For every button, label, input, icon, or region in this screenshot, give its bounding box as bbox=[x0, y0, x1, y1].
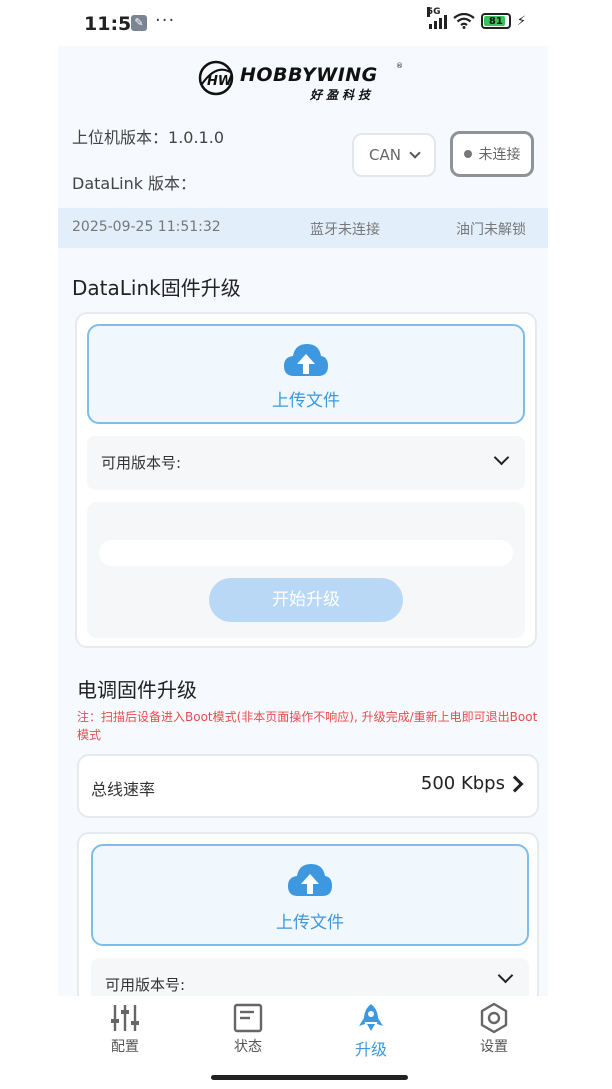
document-icon bbox=[233, 1003, 263, 1033]
bluetooth-status: 蓝牙未连接 bbox=[310, 222, 380, 238]
connection-status-dot-icon bbox=[463, 150, 472, 158]
cloud-upload-icon bbox=[288, 864, 332, 896]
datalink-progress-area: 开始升级 bbox=[87, 502, 525, 638]
rocket-icon bbox=[359, 1004, 383, 1031]
chevron-right-icon bbox=[506, 775, 524, 793]
svg-text:HW: HW bbox=[207, 74, 233, 89]
datalink-version: DataLink 版本： bbox=[72, 170, 196, 194]
start-upgrade-button[interactable]: 开始升级 bbox=[209, 578, 403, 622]
datalink-version-label: DataLink 版本： bbox=[72, 174, 197, 193]
datalink-progress-bar bbox=[99, 540, 513, 566]
more-notifications-icon: ··· bbox=[155, 10, 176, 31]
bus-rate-label: 总线速率 bbox=[91, 780, 156, 799]
esc-upload-area[interactable]: 上传文件 bbox=[91, 844, 529, 946]
datalink-section-title: DataLink固件升级 bbox=[72, 276, 241, 300]
connect-button[interactable]: 未连接 bbox=[450, 131, 534, 177]
home-indicator[interactable] bbox=[211, 1075, 408, 1080]
charging-icon: ⚡ bbox=[516, 13, 526, 29]
info-datetime: 2025-09-25 11:51:32 bbox=[72, 219, 221, 235]
esc-upload-label: 上传文件 bbox=[276, 913, 344, 933]
protocol-select-value: CAN bbox=[369, 146, 401, 164]
bus-rate-row[interactable]: 总线速率 500 Kbps bbox=[77, 754, 539, 818]
host-version-label: 上位机版本： bbox=[72, 128, 169, 147]
bottom-tab-bar: 配置 状态 升级 设置 bbox=[58, 996, 548, 1068]
chevron-down-icon bbox=[493, 449, 510, 466]
esc-version-select[interactable]: 可用版本号: bbox=[91, 958, 529, 996]
logo-brand-cn: 好盈科技 bbox=[310, 88, 375, 102]
info-bar: 2025-09-25 11:51:32 蓝牙未连接 油门未解锁 bbox=[58, 208, 548, 248]
logo-emblem-icon: HW bbox=[198, 60, 234, 96]
datalink-version-select-label: 可用版本号: bbox=[101, 454, 182, 472]
status-bar: 11:51 ✎ ··· 5G 81 ⚡ bbox=[0, 0, 612, 46]
status-icons: 5G 81 ⚡ bbox=[426, 7, 526, 29]
tab-upgrade[interactable]: 升级 bbox=[331, 1002, 411, 1060]
tab-config-label: 配置 bbox=[111, 1039, 139, 1055]
datalink-version-select[interactable]: 可用版本号: bbox=[87, 436, 525, 490]
connect-button-label: 未连接 bbox=[478, 147, 521, 163]
tab-settings-label: 设置 bbox=[480, 1039, 508, 1055]
bus-rate-value: 500 Kbps bbox=[420, 773, 505, 794]
throttle-status: 油门未解锁 bbox=[456, 222, 526, 238]
tab-upgrade-label: 升级 bbox=[354, 1040, 387, 1059]
chevron-down-icon bbox=[409, 147, 421, 159]
esc-version-select-label: 可用版本号: bbox=[105, 976, 186, 994]
logo-brand-text: HOBBYWING bbox=[240, 64, 378, 86]
tab-status-label: 状态 bbox=[234, 1039, 262, 1055]
hobbywing-logo: HW HOBBYWING ® 好盈科技 bbox=[198, 54, 410, 102]
host-version: 上位机版本：1.0.1.0 bbox=[72, 124, 224, 148]
tab-status[interactable]: 状态 bbox=[208, 1002, 288, 1056]
battery-icon: 81 bbox=[480, 13, 511, 29]
cloud-upload-icon bbox=[284, 344, 328, 376]
tab-settings[interactable]: 设置 bbox=[454, 1002, 534, 1056]
esc-upgrade-card: 上传文件 可用版本号: bbox=[77, 832, 539, 996]
esc-section-title: 电调固件升级 bbox=[77, 678, 197, 702]
sliders-icon bbox=[111, 1005, 139, 1031]
wrench-icon: ✎ bbox=[131, 15, 147, 31]
cellular-signal-icon: 5G bbox=[426, 7, 447, 29]
datalink-upgrade-card: 上传文件 可用版本号: 开始升级 bbox=[75, 312, 537, 648]
chevron-down-icon bbox=[497, 967, 514, 984]
datalink-upload-area[interactable]: 上传文件 bbox=[87, 324, 525, 424]
host-version-value: 1.0.1.0 bbox=[168, 128, 224, 147]
battery-level: 81 bbox=[488, 15, 503, 27]
protocol-select[interactable]: CAN bbox=[352, 133, 436, 177]
app-content: HW HOBBYWING ® 好盈科技 上位机版本：1.0.1.0 DataLi… bbox=[58, 46, 548, 996]
logo-registered-mark: ® bbox=[396, 62, 403, 70]
tab-config[interactable]: 配置 bbox=[85, 1002, 165, 1056]
datalink-upload-label: 上传文件 bbox=[272, 391, 340, 411]
wifi-icon bbox=[453, 13, 475, 29]
esc-boot-note: 注：扫描后设备进入Boot模式(非本页面操作不响应), 升级完成/重新上电即可退… bbox=[77, 710, 538, 742]
gear-icon bbox=[480, 1002, 508, 1034]
